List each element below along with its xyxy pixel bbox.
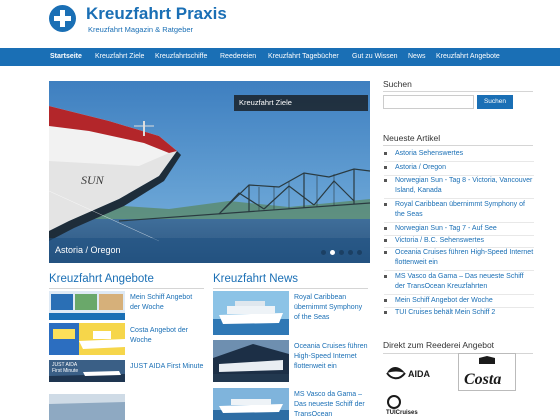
article-link[interactable]: Victoria / B.C. Sehenswertes bbox=[384, 236, 534, 246]
site-tagline: Kreuzfahrt Magazin & Ratgeber bbox=[88, 25, 194, 34]
bullet-icon bbox=[384, 311, 387, 314]
news-thumb-3[interactable] bbox=[213, 388, 289, 420]
slider-caption[interactable]: Astoria / Oregon bbox=[55, 245, 121, 255]
angebote-heading[interactable]: Kreuzfahrt Angebote bbox=[49, 273, 154, 285]
mein-schiff-thumb-image bbox=[49, 291, 125, 320]
tui-cruises-logo-link[interactable]: TUICruises bbox=[383, 392, 440, 420]
article-link[interactable]: MS Vasco da Gama – Das neueste Schiff de… bbox=[384, 272, 534, 292]
angebote-thumb-4[interactable] bbox=[49, 394, 125, 420]
news-thumb-2[interactable] bbox=[213, 340, 289, 382]
bullet-icon bbox=[384, 239, 387, 242]
article-separator bbox=[384, 198, 534, 199]
nav-item-kreuzfahrt-ziele[interactable]: Kreuzfahrt Ziele bbox=[95, 48, 144, 66]
vasco-da-gama-thumb-image bbox=[213, 388, 289, 420]
costa-thumb-image bbox=[49, 323, 125, 355]
news-heading[interactable]: Kreuzfahrt News bbox=[213, 273, 298, 285]
ship-name-text: SUN bbox=[81, 173, 105, 187]
angebote-item-2[interactable]: Costa Angebot der Woche bbox=[130, 326, 204, 346]
just-aida-thumb-text: JUST AIDA First Minute bbox=[52, 362, 79, 374]
news-item-1[interactable]: Royal Caribbean übernimmt Symphony of th… bbox=[294, 293, 368, 323]
angebote-divider bbox=[49, 288, 204, 289]
article-link[interactable]: Mein Schiff Angebot der Woche bbox=[384, 296, 534, 306]
site-header: Kreuzfahrt Praxis Kreuzfahrt Magazin & R… bbox=[0, 0, 560, 48]
search-heading: Suchen bbox=[383, 79, 412, 89]
aida-logo-link[interactable]: AIDA bbox=[383, 357, 440, 389]
angebote-thumb-3[interactable]: JUST AIDA First Minute bbox=[49, 360, 125, 382]
article-link[interactable]: Oceania Cruises führen High-Speed Intern… bbox=[384, 248, 534, 268]
nav-item-startseite[interactable]: Startseite bbox=[50, 48, 82, 66]
slider-dot-3[interactable] bbox=[339, 250, 344, 255]
nav-item-tagebuecher[interactable]: Kreuzfahrt Tagebücher bbox=[268, 48, 339, 66]
bullet-icon bbox=[384, 299, 387, 302]
news-divider bbox=[213, 288, 368, 289]
slider-dot-5[interactable] bbox=[357, 250, 362, 255]
bullet-icon bbox=[384, 152, 387, 155]
article-link[interactable]: Astoria / Oregon bbox=[384, 163, 534, 173]
site-title[interactable]: Kreuzfahrt Praxis bbox=[86, 4, 227, 24]
article-separator bbox=[384, 270, 534, 271]
article-link[interactable]: Astoria Sehenswertes bbox=[384, 149, 534, 159]
article-link[interactable]: TUI Cruises behält Mein Schiff 2 bbox=[384, 308, 534, 318]
costa-logo-link[interactable]: Costa bbox=[458, 353, 516, 391]
angebote-thumb-1[interactable] bbox=[49, 291, 125, 320]
tui-cruises-logo-icon: TUICruises bbox=[386, 395, 418, 416]
article-link[interactable]: Norwegian Sun - Tag 7 - Auf See bbox=[384, 224, 534, 234]
oceania-thumb-image bbox=[213, 340, 289, 382]
angebote-thumb-4-image bbox=[49, 394, 125, 420]
article-separator bbox=[384, 294, 534, 295]
angebote-item-1[interactable]: Mein Schiff Angebot der Woche bbox=[130, 293, 204, 313]
bullet-icon bbox=[384, 179, 387, 182]
bullet-icon bbox=[384, 251, 387, 254]
news-thumb-1[interactable] bbox=[213, 291, 289, 335]
costa-logo-icon: Costa bbox=[464, 356, 501, 388]
aida-logo-text: AIDA bbox=[408, 369, 430, 379]
bullet-icon bbox=[384, 203, 387, 206]
main-navigation: Startseite Kreuzfahrt Ziele Kreuzfahrtsc… bbox=[0, 48, 560, 66]
costa-logo-text: Costa bbox=[464, 371, 501, 388]
tui-cruises-logo-text: TUICruises bbox=[386, 410, 418, 416]
article-separator bbox=[384, 222, 534, 223]
aida-logo-icon: AIDA bbox=[386, 367, 430, 380]
nav-item-reedereien[interactable]: Reedereien bbox=[220, 48, 256, 66]
symphony-thumb-image bbox=[213, 291, 289, 335]
nav-item-angebote[interactable]: Kreuzfahrt Angebote bbox=[436, 48, 500, 66]
latest-articles-heading: Neueste Artikel bbox=[383, 133, 441, 143]
slider-dot-4[interactable] bbox=[348, 250, 353, 255]
nav-item-gut-zu-wissen[interactable]: Gut zu Wissen bbox=[352, 48, 398, 66]
search-button[interactable]: Suchen bbox=[477, 95, 513, 109]
bullet-icon bbox=[384, 275, 387, 278]
angebote-item-3[interactable]: JUST AIDA First Minute bbox=[130, 362, 210, 372]
bullet-icon bbox=[384, 166, 387, 169]
search-divider bbox=[383, 91, 533, 92]
latest-articles-divider bbox=[383, 145, 533, 146]
article-separator bbox=[384, 161, 534, 162]
bullet-icon bbox=[384, 227, 387, 230]
slider-dot-1[interactable] bbox=[321, 250, 326, 255]
cross-logo-icon[interactable] bbox=[49, 5, 76, 32]
nav-item-kreuzfahrtschiffe[interactable]: Kreuzfahrtschiffe bbox=[155, 48, 207, 66]
nav-item-news[interactable]: News bbox=[408, 48, 426, 66]
article-link[interactable]: Royal Caribbean übernimmt Symphony of th… bbox=[384, 200, 534, 220]
direkt-angebot-heading: Direkt zum Reederei Angebot bbox=[383, 340, 495, 350]
news-item-2[interactable]: Oceania Cruises führen High-Speed Intern… bbox=[294, 342, 368, 372]
slider-dot-2[interactable] bbox=[330, 250, 335, 255]
news-item-3[interactable]: MS Vasco da Gama – Das neueste Schiff de… bbox=[294, 390, 368, 420]
article-link[interactable]: Norwegian Sun - Tag 8 - Victoria, Vancou… bbox=[384, 176, 534, 196]
slider-category-tag[interactable]: Kreuzfahrt Ziele bbox=[234, 95, 368, 111]
angebote-thumb-2[interactable] bbox=[49, 323, 125, 355]
search-input[interactable] bbox=[383, 95, 474, 109]
